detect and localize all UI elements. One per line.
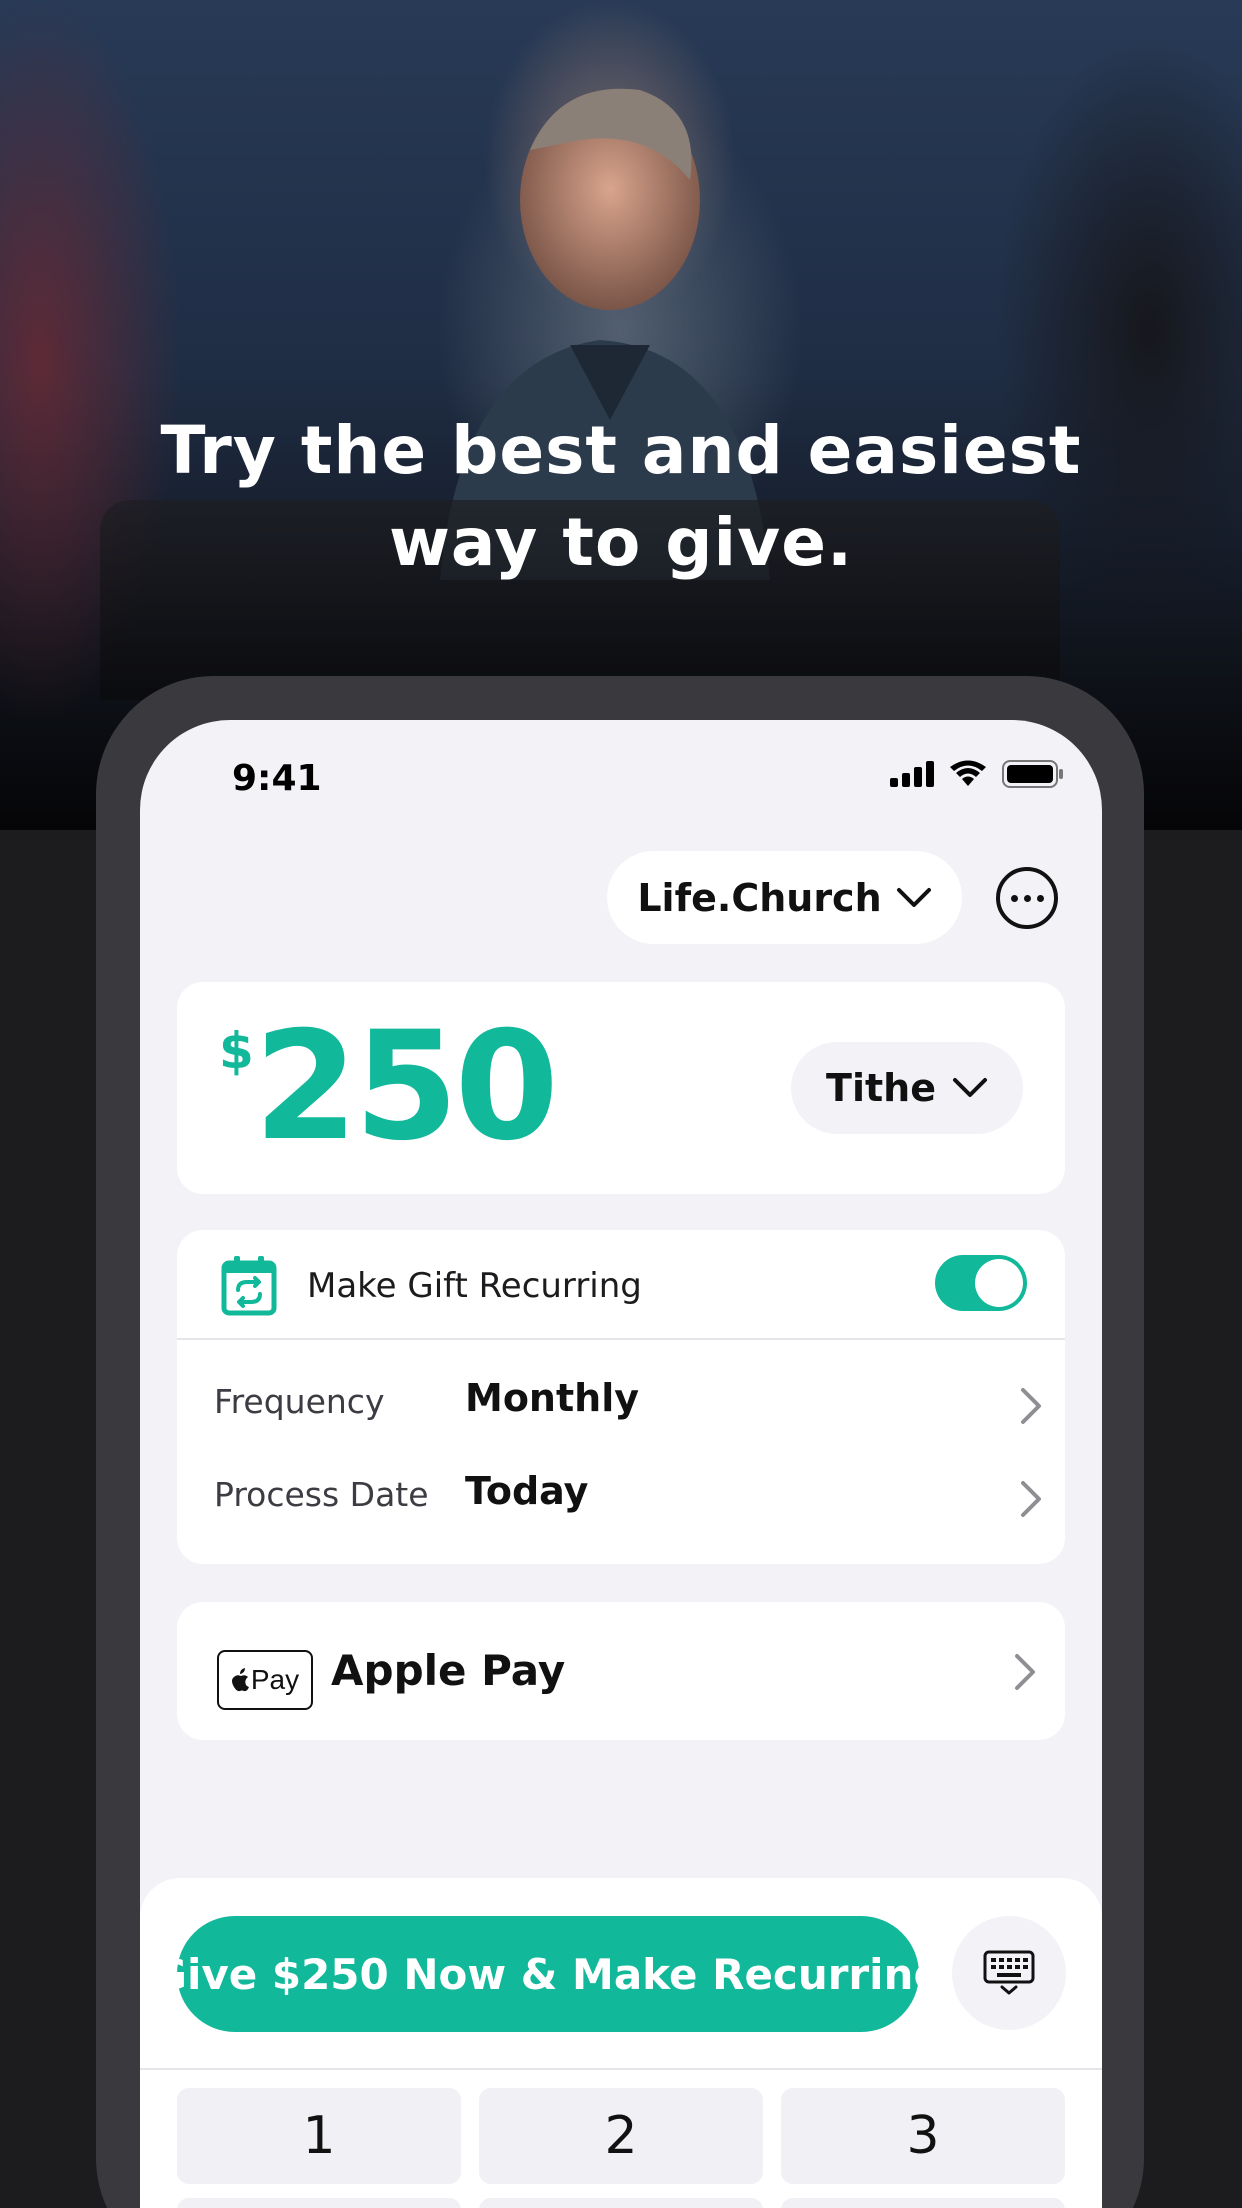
- chevron-right-icon: [1021, 1388, 1041, 1424]
- amount-card: $250 Tithe: [177, 982, 1065, 1194]
- recurring-toggle-row: Make Gift Recurring: [177, 1230, 1065, 1340]
- phone-screen: 9:41 Life.Church $250 Tithe Make Gift Re…: [140, 720, 1102, 2208]
- apple-pay-badge-text: Pay: [250, 1664, 300, 1695]
- fund-selector-label: Tithe: [826, 1066, 936, 1110]
- battery-icon: [1002, 760, 1063, 788]
- action-sheet: Give $250 Now & Make Recurring 1 2 3: [140, 1878, 1102, 2208]
- status-icons: [890, 760, 1064, 788]
- cellular-signal-icon: [890, 761, 934, 787]
- chevron-down-icon: [952, 1078, 987, 1097]
- keypad-key[interactable]: [177, 2198, 461, 2208]
- amount-currency: $: [219, 1022, 254, 1080]
- chevron-right-icon: [1021, 1481, 1041, 1517]
- church-selector[interactable]: Life.Church: [607, 851, 962, 944]
- process-date-row[interactable]: Process Date Today: [177, 1451, 1065, 1541]
- hero-title-line-2: way to give.: [388, 504, 854, 581]
- frequency-key: Frequency: [214, 1382, 385, 1421]
- keyboard-toggle-button[interactable]: [952, 1916, 1066, 2030]
- frequency-value: Monthly: [465, 1376, 639, 1420]
- process-date-value: Today: [465, 1469, 589, 1513]
- chevron-right-icon: [1015, 1654, 1035, 1690]
- recurring-card: Make Gift Recurring Frequency Monthly Pr…: [177, 1230, 1065, 1564]
- keypad-key[interactable]: [479, 2198, 763, 2208]
- give-button[interactable]: Give $250 Now & Make Recurring: [153, 1916, 944, 2032]
- keypad-key-2[interactable]: 2: [479, 2088, 763, 2184]
- amount-value: 250: [253, 1000, 559, 1174]
- keypad-key-3[interactable]: 3: [781, 2088, 1065, 2184]
- process-date-key: Process Date: [214, 1475, 429, 1514]
- keypad-key[interactable]: [781, 2198, 1065, 2208]
- apple-pay-badge: Pay: [217, 1650, 313, 1710]
- payment-method-card[interactable]: Pay Apple Pay: [177, 1602, 1065, 1740]
- more-options-icon[interactable]: [996, 867, 1058, 929]
- wifi-icon: [950, 760, 986, 786]
- frequency-row[interactable]: Frequency Monthly: [177, 1358, 1065, 1448]
- keyboard-icon: [983, 1950, 1035, 1995]
- recurring-calendar-icon: [221, 1256, 277, 1316]
- amount-display[interactable]: $250: [219, 1012, 559, 1162]
- recurring-toggle[interactable]: [935, 1255, 1027, 1311]
- apple-logo-icon: [231, 1668, 249, 1692]
- chevron-down-icon: [896, 887, 931, 907]
- keypad-key-1[interactable]: 1: [177, 2088, 461, 2184]
- sheet-divider: [140, 2068, 1102, 2070]
- fund-selector[interactable]: Tithe: [791, 1042, 1023, 1134]
- recurring-label: Make Gift Recurring: [307, 1266, 642, 1306]
- payment-method-label: Apple Pay: [331, 1646, 566, 1695]
- hero-title-line-1: Try the best and easiest: [160, 412, 1082, 489]
- church-selector-label: Life.Church: [637, 875, 882, 920]
- toggle-knob: [975, 1259, 1023, 1307]
- status-time: 9:41: [232, 758, 322, 799]
- hero-title: Try the best and easiest way to give.: [0, 405, 1242, 589]
